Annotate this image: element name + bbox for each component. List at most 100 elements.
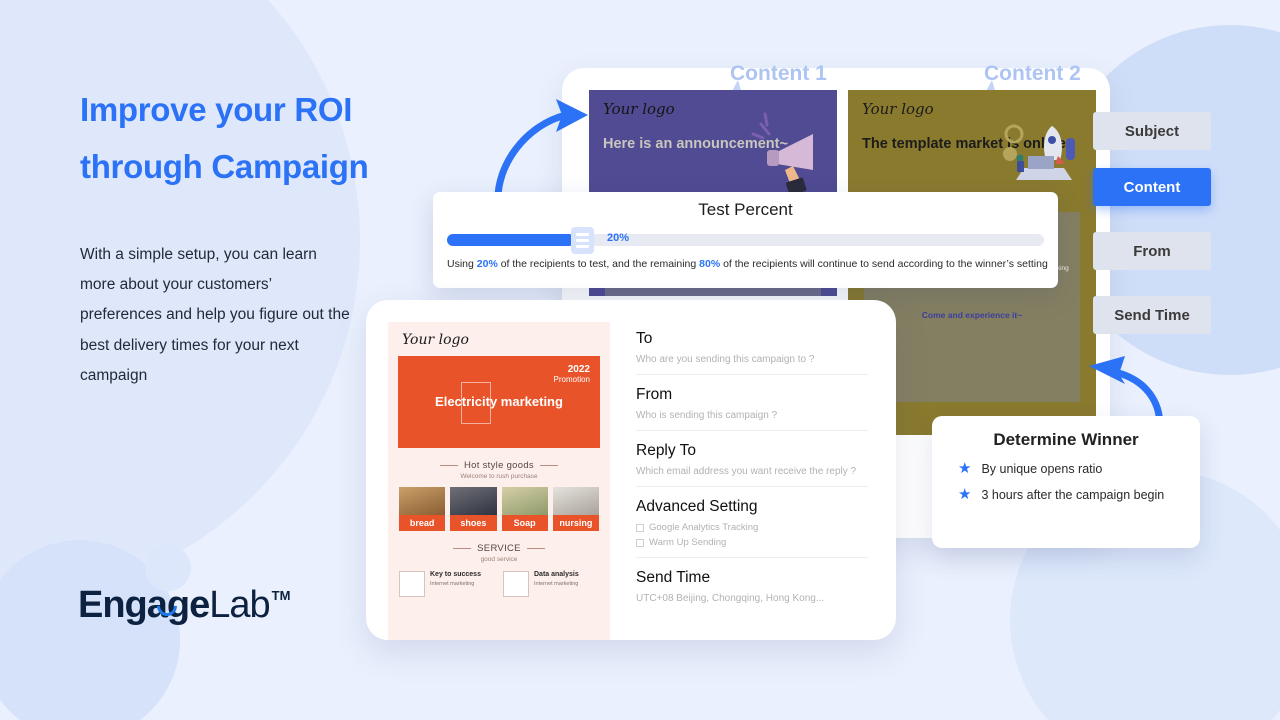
slider-handle[interactable] — [571, 227, 594, 254]
template-promotion: Promotion — [553, 375, 590, 384]
test-percent-dialog: Test Percent 20% Using 20% of the recipi… — [433, 192, 1058, 288]
content-2-label: Content 2 — [984, 62, 1081, 85]
field-to-hint: Who are you sending this campaign to ? — [636, 354, 815, 365]
field-from-label: From — [636, 386, 673, 403]
goods-title-text: Hot style goods — [464, 460, 534, 471]
email-template-preview[interactable]: Your logo 2022 Promotion Electricity mar… — [388, 322, 610, 640]
winner-option-2[interactable]: ★ 3 hours after the campaign begin — [932, 476, 1200, 502]
service-title-text: SERVICE — [477, 543, 521, 554]
soap-image — [501, 487, 548, 515]
email-builder-card: Your logo 2022 Promotion Electricity mar… — [366, 300, 896, 640]
field-send-time-label: Send Time — [636, 569, 711, 586]
service-row: Key to success Internet marketing Data an… — [388, 563, 610, 597]
field-reply-to[interactable]: Reply To Which email address you want re… — [636, 442, 868, 487]
logo-name-light: Lab — [209, 584, 270, 626]
field-send-time-hint: UTC+08 Beijing, Chongqing, Hong Kong... — [636, 593, 825, 604]
bread-image — [399, 487, 446, 515]
headline-line-1: Improve your ROI — [80, 91, 353, 128]
dialog-note: Using 20% of the recipients to test, and… — [433, 248, 1058, 270]
template-section-service: SERVICE good service — [388, 543, 610, 563]
field-send-time[interactable]: Send Time UTC+08 Beijing, Chongqing, Hon… — [636, 569, 868, 613]
goods-section-sub: Welcome to rush purchase — [460, 473, 538, 480]
service-title: Data analysis — [534, 571, 579, 578]
note-mid: of the recipients to test, and the remai… — [497, 258, 700, 270]
winner-card-title: Determine Winner — [993, 430, 1139, 449]
service-sub: Internet marketing — [534, 581, 579, 587]
logo-wordmark: EngageLab — [78, 584, 271, 626]
headline-line-2: through Campaign — [80, 147, 369, 185]
template-year: 2022 — [567, 364, 590, 375]
template-section-goods: Hot style goods Welcome to rush purchase — [388, 460, 610, 480]
hero-description: With a simple setup, you can learn more … — [80, 246, 350, 384]
note-value-2: 80% — [699, 258, 721, 270]
good-item[interactable]: Soap — [501, 487, 548, 531]
good-item[interactable]: bread — [399, 487, 446, 531]
service-item: Data analysis Internet marketing — [503, 571, 599, 597]
field-reply-to-hint: Which email address you want receive the… — [636, 466, 857, 477]
field-advanced-setting[interactable]: Advanced Setting Google Analytics Tracki… — [636, 498, 868, 558]
goods-grid: bread shoes Soap nursing — [388, 480, 610, 531]
determine-winner-card: Determine Winner ★ By unique opens ratio… — [932, 416, 1200, 548]
engagelab-logo: EngageLab TM — [78, 586, 290, 624]
page-title: Improve your ROI through Campaign — [80, 82, 510, 196]
good-caption: bread — [399, 515, 446, 531]
good-caption: shoes — [450, 515, 497, 531]
field-advanced-label: Advanced Setting — [636, 498, 758, 515]
checkbox-label: Google Analytics Tracking — [649, 522, 759, 533]
checkbox-warm-up-sending[interactable]: Warm Up Sending — [636, 537, 868, 548]
logo-name-bold: Engage — [78, 584, 210, 626]
slider-fill — [447, 234, 575, 246]
tab-subject-label: Subject — [1124, 122, 1180, 140]
field-reply-to-label: Reply To — [636, 442, 697, 459]
good-item[interactable]: nursing — [552, 487, 599, 531]
template-year-block: 2022 Promotion — [554, 364, 590, 384]
service-section-title: SERVICE — [388, 543, 610, 554]
key-icon — [399, 571, 425, 597]
winner-option-2-label: 3 hours after the campaign begin — [981, 487, 1165, 502]
winner-option-1-label: By unique opens ratio — [981, 461, 1103, 476]
good-caption: Soap — [501, 515, 548, 531]
checkbox-box[interactable] — [636, 523, 644, 532]
chart-icon — [503, 571, 529, 597]
template-hero: 2022 Promotion Electricity marketing — [398, 356, 600, 448]
template-hero-title: Electricity marketing — [435, 394, 563, 409]
service-item: Key to success Internet marketing — [399, 571, 495, 597]
tab-subject[interactable]: Subject — [1093, 112, 1211, 150]
slider-value-label: 20% — [607, 232, 630, 244]
service-title: Key to success — [430, 571, 481, 578]
tab-content[interactable]: Content — [1093, 168, 1211, 206]
service-sub: Internet marketing — [430, 581, 475, 587]
service-section-sub: good service — [480, 556, 518, 563]
checkbox-label: Warm Up Sending — [649, 537, 727, 548]
test-percent-slider[interactable]: 20% — [447, 227, 1044, 254]
field-to[interactable]: To Who are you sending this campaign to … — [636, 330, 868, 375]
note-suffix: of the recipients will continue to send … — [720, 258, 1048, 270]
star-icon: ★ — [958, 460, 972, 477]
rocket-laptop-icon — [1003, 124, 1075, 180]
tab-send-time[interactable]: Send Time — [1093, 296, 1211, 334]
tab-from[interactable]: From — [1093, 232, 1211, 270]
nursing-image — [552, 487, 599, 515]
note-value-1: 20% — [476, 258, 498, 270]
good-item[interactable]: shoes — [450, 487, 497, 531]
winner-option-1[interactable]: ★ By unique opens ratio — [932, 450, 1200, 476]
tab-content-label: Content — [1123, 178, 1181, 196]
field-from-hint: Who is sending this campaign ? — [636, 410, 778, 421]
good-caption: nursing — [552, 515, 599, 531]
shoes-image — [450, 487, 497, 515]
card-2-cta[interactable]: Come and experience it~ — [874, 308, 1070, 323]
template-logo: Your logo — [402, 332, 469, 348]
content-1-label: Content 1 — [730, 62, 827, 85]
star-icon: ★ — [958, 486, 972, 503]
dialog-title: Test Percent — [698, 200, 793, 219]
field-from[interactable]: From Who is sending this campaign ? — [636, 386, 868, 431]
tab-send-time-label: Send Time — [1114, 306, 1190, 324]
campaign-settings-form: To Who are you sending this campaign to … — [610, 322, 896, 640]
note-prefix: Using — [447, 258, 477, 270]
field-to-label: To — [636, 330, 653, 347]
goods-section-title: Hot style goods — [388, 460, 610, 471]
checkbox-box[interactable] — [636, 538, 644, 547]
logo-tm-mark: TM — [271, 588, 291, 603]
megaphone-icon — [751, 112, 813, 194]
checkbox-google-analytics[interactable]: Google Analytics Tracking — [636, 522, 868, 533]
